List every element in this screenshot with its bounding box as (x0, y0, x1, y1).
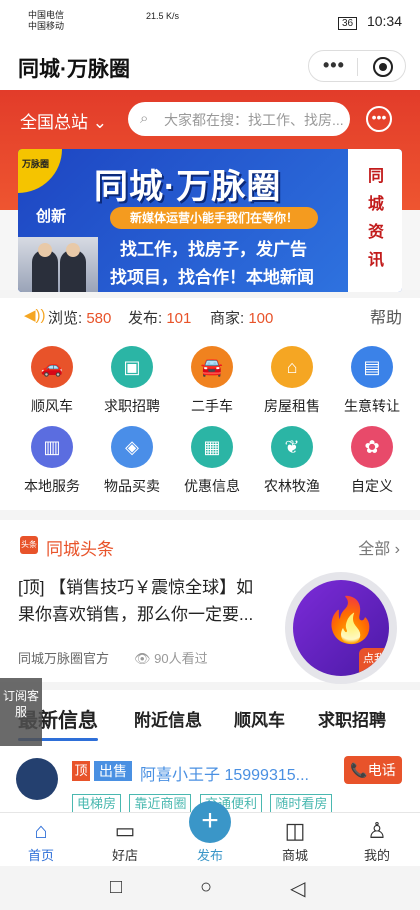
close-target-icon[interactable] (373, 57, 393, 77)
tab-rideshare[interactable]: 顺风车 (234, 706, 285, 731)
pinned-badge: 顶 (72, 761, 90, 781)
category-icon: ▤ (351, 346, 393, 388)
promo-banner[interactable]: 同城资讯 万脉圈 同城·万脉圈 创新 新媒体运营小能手我们在等你！ 找工作，找房… (18, 149, 402, 292)
status-bar: 中国电信 中国移动 21.5 K/s 36 10:34 (0, 0, 420, 42)
battery-icon: 36 (337, 17, 358, 30)
category-icon: ◈ (111, 426, 153, 468)
feed-tabs: 最新信息 附近信息 顺风车 求职招聘 (0, 690, 420, 750)
title-bar: 同城·万脉圈 ••• (0, 42, 420, 90)
category-icon: ▥ (31, 426, 73, 468)
category-icon: ⌂ (271, 346, 313, 388)
clock: 36 10:34 (337, 13, 402, 30)
bottom-nav: ⌂ 首页 ▭ 好店 + 发布 ◫ 商城 ♙ 我的 (0, 801, 420, 866)
grid-item[interactable]: ⌂ 房屋租售 (250, 346, 334, 416)
category-icon: 🚗 (31, 346, 73, 388)
flame-icon: 🔥 (323, 596, 378, 645)
category-label: 优惠信息 (184, 478, 240, 494)
network-speed: 21.5 K/s (146, 11, 180, 21)
banner-line-2: 找工作，找房子，发广告 (120, 240, 307, 259)
search-input[interactable]: ⌕ 大家都在搜：找工作、找房... (128, 102, 350, 136)
miniapp-capsule: ••• (308, 50, 406, 82)
grid-item[interactable]: ◈ 物品买卖 (90, 426, 174, 496)
post-tag: 电梯房 (72, 794, 122, 812)
home-icon: ⌂ (34, 818, 48, 843)
shop-icon: ▭ (114, 818, 136, 843)
news-source: 同城万脉圈官方 (18, 651, 110, 666)
publish-button[interactable]: + (189, 801, 231, 843)
news-all-link[interactable]: 全部 › (358, 535, 400, 559)
checkin-fire-icon[interactable]: 🔥 点我签到 (285, 572, 397, 684)
category-label: 自定义 (351, 478, 393, 494)
banner-pill: 新媒体运营小能手我们在等你！ (110, 207, 318, 229)
subscribe-service-button[interactable]: 订阅客服 (0, 678, 42, 746)
grid-item[interactable]: 🚘 二手车 (170, 346, 254, 416)
category-label: 顺风车 (31, 398, 73, 414)
news-headline[interactable]: [顶] 【销售技巧￥震惊全球】如果你喜欢销售，那么你一定要... (18, 574, 268, 628)
nav-home[interactable]: ⌂ 首页 (6, 817, 76, 864)
category-label: 农林牧渔 (264, 478, 320, 494)
news-card[interactable]: 头条 同城头条 全部 › [顶] 【销售技巧￥震惊全球】如果你喜欢销售，那么你一… (0, 520, 420, 684)
post-tags: 电梯房 靠近商圈 交通便利 随时看房 (72, 794, 392, 812)
category-label: 本地服务 (24, 478, 80, 494)
post-tag: 靠近商圈 (129, 794, 192, 812)
carrier-info: 中国电信 中国移动 (28, 10, 65, 31)
category-label: 求职招聘 (104, 398, 160, 414)
news-section-title: 同城头条 (46, 540, 114, 559)
recents-icon[interactable]: □ (110, 876, 122, 899)
banner-title: 同城·万脉圈 (94, 168, 282, 206)
back-icon[interactable]: ◁ (290, 876, 305, 901)
user-icon: ♙ (367, 818, 387, 843)
bag-icon: ◫ (284, 818, 306, 843)
category-icon: 🚘 (191, 346, 233, 388)
more-icon[interactable]: ••• (323, 55, 345, 76)
news-views: 👁 90人看过 (134, 651, 208, 666)
category-label: 二手车 (191, 398, 233, 414)
system-nav-bar: □ ○ ◁ (0, 866, 420, 910)
grid-item[interactable]: ▣ 求职招聘 (90, 346, 174, 416)
tab-jobs[interactable]: 求职招聘 (318, 706, 386, 731)
search-icon: ⌕ (140, 110, 149, 127)
headline-logo-icon: 头条 (20, 536, 38, 554)
stats-bar: ◀)) 浏览: 580 发布: 101 商家: 100 帮助 (0, 298, 420, 338)
banner-photo (18, 237, 98, 292)
nav-publish-label[interactable]: 发布 (180, 845, 240, 864)
banner-line-3: 找项目，找合作！本地新闻 (110, 268, 314, 287)
grid-item[interactable]: ▥ 本地服务 (10, 426, 94, 496)
category-icon: ❦ (271, 426, 313, 468)
chevron-down-icon: ⌄ (92, 113, 107, 132)
category-icon: ▣ (111, 346, 153, 388)
nav-mall[interactable]: ◫ 商城 (260, 817, 330, 864)
category-label: 房屋租售 (264, 398, 320, 414)
category-icon: ✿ (351, 426, 393, 468)
stat-views: 浏览: 580 (48, 310, 112, 327)
app-title: 同城·万脉圈 (18, 58, 130, 81)
sale-badge: 出售 (94, 761, 132, 781)
home-circle-icon[interactable]: ○ (200, 876, 212, 899)
category-label: 物品买卖 (104, 478, 160, 494)
avatar (16, 758, 58, 800)
call-button[interactable]: 📞电话 (344, 756, 402, 784)
post-user: 阿喜小王子 15999315... (140, 767, 309, 784)
speaker-icon: ◀)) (24, 307, 46, 324)
grid-item[interactable]: ▤ 生意转让 (330, 346, 414, 416)
stat-shops: 商家: 100 (210, 310, 274, 327)
message-icon[interactable]: ••• (366, 106, 392, 132)
tab-nearby[interactable]: 附近信息 (134, 706, 202, 731)
grid-item[interactable]: 🚗 顺风车 (10, 346, 94, 416)
nav-shops[interactable]: ▭ 好店 (90, 817, 160, 864)
category-grid: 🚗 顺风车 ▣ 求职招聘 🚘 二手车 ⌂ 房屋租售 ▤ 生意转让 ▥ 本地服务 ◈ 物品买卖 ▦ 优惠信息 ❦ 农… (0, 338, 420, 510)
grid-item[interactable]: ▦ 优惠信息 (170, 426, 254, 496)
stat-posts: 发布: 101 (128, 310, 192, 327)
banner-tag: 创新 (36, 208, 67, 225)
grid-item[interactable]: ✿ 自定义 (330, 426, 414, 496)
checkin-button[interactable]: 点我签到 (359, 648, 389, 676)
region-selector[interactable]: 全国总站 ⌄ (20, 108, 107, 133)
nav-mine[interactable]: ♙ 我的 (342, 817, 412, 864)
grid-item[interactable]: ❦ 农林牧渔 (250, 426, 334, 496)
post-tag: 随时看房 (270, 794, 333, 812)
category-label: 生意转让 (344, 398, 400, 414)
banner-side-text: 同城资讯 (367, 168, 384, 269)
help-link[interactable]: 帮助 (370, 304, 402, 328)
category-icon: ▦ (191, 426, 233, 468)
